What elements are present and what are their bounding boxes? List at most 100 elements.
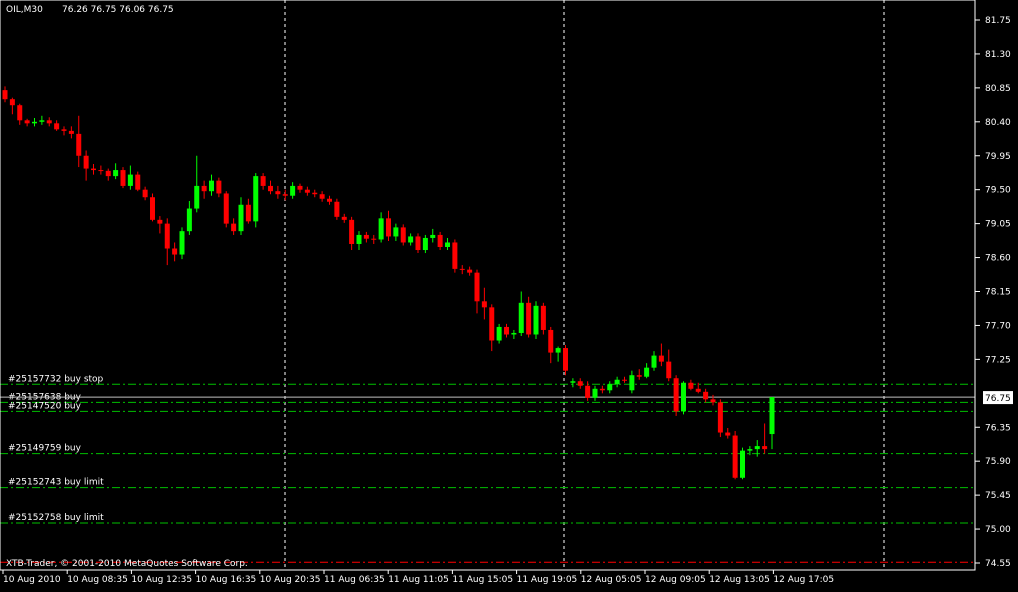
candle-body: [135, 174, 141, 190]
candle-body: [666, 361, 672, 379]
candle-body: [740, 450, 745, 478]
candle-body: [658, 355, 664, 362]
candle-body: [275, 191, 281, 195]
candle-body: [452, 242, 458, 269]
candle-body: [39, 120, 45, 122]
candle-body: [356, 234, 362, 244]
y-tick-label: 77.25: [985, 355, 1011, 365]
y-tick-label: 77.70: [985, 321, 1011, 331]
candle: [717, 399, 723, 438]
ohlc-readout: 76.26 76.75 76.06 76.75: [62, 5, 174, 15]
candle-body: [164, 223, 170, 249]
y-tick-label: 76.35: [985, 423, 1011, 433]
candle-body: [290, 185, 296, 196]
candle-body: [592, 388, 598, 398]
candle-body: [681, 382, 686, 412]
candle-body: [577, 381, 583, 386]
candle-body: [703, 391, 709, 400]
current-price-label: 76.75: [985, 394, 1011, 404]
candle-body: [459, 268, 465, 270]
candle: [150, 193, 155, 222]
candle-body: [400, 227, 406, 243]
candle-body: [201, 185, 207, 192]
candle-body: [540, 305, 546, 330]
x-tick-label: 12 Aug 13:05: [709, 575, 770, 585]
candle-body: [334, 201, 340, 217]
candlestick-chart[interactable]: #25157732 buy stop#25157638 buy#25147520…: [0, 0, 1018, 588]
candle: [223, 191, 229, 228]
candle-body: [518, 302, 524, 333]
candle-body: [769, 397, 775, 435]
candle-body: [570, 381, 576, 383]
candle-body: [629, 375, 635, 391]
candle-body: [113, 170, 119, 177]
candle-body: [194, 185, 200, 209]
y-tick-label: 75.45: [985, 491, 1011, 501]
chart-area[interactable]: #25157732 buy stop #25157638 buy #25147520…: [0, 0, 1018, 588]
y-tick-label: 81.75: [985, 16, 1011, 26]
candle-body: [142, 189, 148, 198]
candle-body: [437, 234, 443, 248]
candle: [563, 345, 568, 376]
candle-body: [319, 194, 325, 199]
candle-body: [732, 435, 738, 478]
x-tick-label: 10 Aug 08:35: [67, 575, 128, 585]
candle-body: [98, 170, 104, 172]
x-tick-label: 11 Aug 06:35: [324, 575, 385, 585]
x-tick-label: 11 Aug 19:05: [517, 575, 578, 585]
candle-body: [9, 99, 15, 106]
candle-body: [282, 194, 288, 196]
candle-body: [238, 204, 244, 232]
candle-body: [481, 301, 487, 308]
y-tick-label: 79.50: [985, 186, 1011, 196]
candle-body: [157, 219, 163, 224]
x-tick-label: 12 Aug 05:05: [581, 575, 642, 585]
candle: [533, 301, 539, 340]
candle-body: [445, 242, 450, 248]
candle-body: [120, 170, 126, 186]
x-tick-label: 10 Aug 12:35: [131, 575, 192, 585]
candle-body: [253, 176, 259, 222]
symbol-timeframe: OIL,M30: [6, 5, 43, 15]
y-tick-label: 80.40: [985, 118, 1011, 128]
candle-body: [216, 180, 222, 194]
candle-body: [548, 329, 554, 353]
candle-body: [717, 402, 723, 433]
candle-body: [555, 348, 561, 353]
y-tick-label: 79.05: [985, 220, 1011, 230]
candle-body: [504, 326, 509, 335]
candle-body: [245, 204, 251, 222]
candle-body: [614, 379, 620, 385]
candle-body: [17, 105, 23, 121]
candle-body: [710, 399, 716, 403]
candle: [732, 431, 738, 480]
order-level-label: #25149759 buy: [8, 444, 82, 454]
candle-body: [32, 121, 37, 124]
candle-body: [2, 90, 8, 100]
candle-body: [61, 129, 67, 131]
candle-body: [297, 185, 303, 190]
candle: [452, 239, 458, 273]
candle-body: [209, 180, 214, 192]
candle-body: [46, 120, 52, 124]
candle-body: [312, 192, 318, 195]
candle-body: [563, 348, 568, 371]
x-tick-label: 10 Aug 16:35: [196, 575, 257, 585]
candle-body: [127, 174, 133, 186]
candle-body: [268, 185, 273, 192]
candle-body: [179, 231, 185, 255]
candle-body: [363, 234, 369, 239]
candle: [400, 224, 406, 246]
candle-body: [304, 189, 310, 193]
candle: [681, 381, 686, 415]
candle: [179, 227, 185, 260]
candle: [540, 302, 546, 335]
candle-body: [644, 367, 650, 377]
candle-body: [327, 198, 332, 202]
order-level-label: #25152743 buy limit: [8, 478, 104, 488]
candle-body: [54, 123, 60, 130]
candle-body: [83, 155, 89, 169]
candle-body: [408, 236, 414, 243]
candle-body: [422, 237, 428, 251]
candle: [740, 447, 745, 480]
